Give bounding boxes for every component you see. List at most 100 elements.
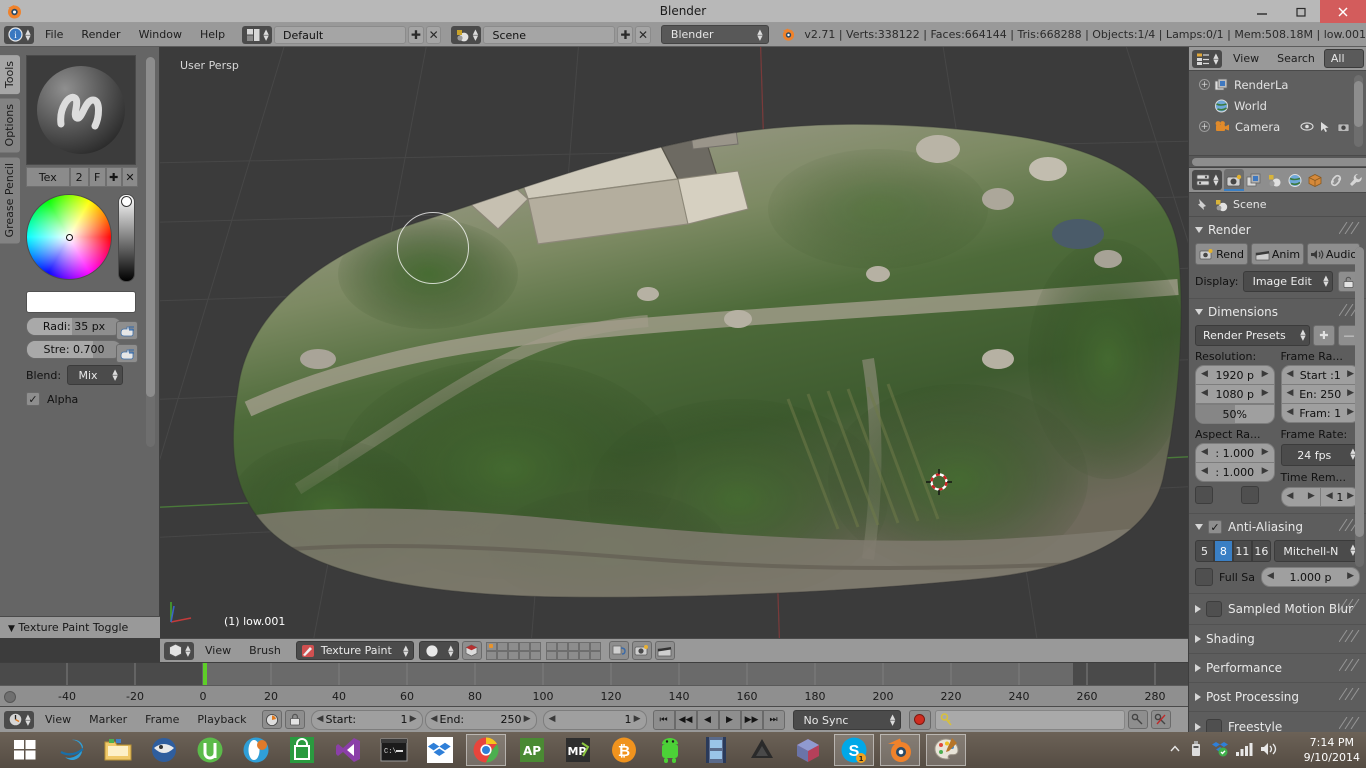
volume-icon[interactable] — [1260, 741, 1278, 760]
increment-arrow-icon[interactable]: ▶ — [1262, 466, 1269, 476]
decrement-arrow-icon[interactable]: ◀ — [1287, 369, 1294, 379]
outliner-horizontal-scrollbar[interactable] — [1189, 155, 1366, 167]
layer-cell[interactable] — [529, 650, 541, 660]
decrement-arrow-icon[interactable]: ◀ — [1287, 388, 1294, 398]
aa-samples-5[interactable]: 5 — [1195, 540, 1214, 562]
decrement-arrow-icon[interactable]: ◀ — [431, 714, 438, 724]
expand-icon[interactable]: + — [1199, 79, 1210, 90]
full-sample-toggle[interactable] — [1195, 568, 1213, 586]
layer-cell[interactable] — [485, 641, 497, 651]
network-signal-icon[interactable] — [1235, 741, 1253, 760]
frame-rate-dropdown[interactable]: 24 fps ▲ ▼ — [1280, 444, 1360, 466]
increment-arrow-icon[interactable]: ▶ — [1262, 447, 1269, 457]
shading-panel[interactable]: Shading — [1189, 625, 1366, 654]
editor-type-selector-timeline[interactable]: ▲ ▼ — [4, 710, 34, 729]
maximize-button[interactable] — [1281, 0, 1320, 23]
properties-tab-object[interactable] — [1305, 169, 1325, 191]
timeline-scroll-knob[interactable] — [4, 691, 16, 703]
timeline-menu-frame[interactable]: Frame — [136, 711, 188, 729]
properties-tab-world[interactable] — [1285, 169, 1305, 191]
jump-to-end-button[interactable]: ⏭ — [762, 709, 785, 730]
menu-window[interactable]: Window — [130, 26, 191, 44]
decrement-arrow-icon[interactable]: ◀ — [1201, 369, 1208, 379]
add-screen-button[interactable]: ✚ — [408, 25, 424, 44]
time-remap-new-field[interactable]: ◀ 1 ▶ — [1319, 487, 1360, 507]
frame-step-field[interactable]: ◀ Fram: 1 ▶ — [1280, 403, 1360, 423]
antialiasing-checkbox[interactable]: ✓ — [1208, 520, 1222, 534]
decrement-arrow-icon[interactable]: ◀ — [1201, 388, 1208, 398]
taskbar-item-video-editor[interactable] — [696, 734, 736, 766]
dropbox-tray-icon[interactable] — [1211, 740, 1228, 760]
delete-scene-button[interactable]: ✕ — [635, 25, 651, 44]
render-animation-button[interactable] — [654, 641, 675, 660]
scene-icon-box[interactable]: ▲ ▼ — [451, 25, 482, 44]
render-panel-header[interactable]: Render — [1195, 223, 1360, 237]
insert-keyframe-button[interactable] — [1127, 710, 1148, 729]
jump-to-start-button[interactable]: ⏮ — [652, 709, 675, 730]
layer-cell[interactable] — [589, 650, 601, 660]
layer-cell[interactable] — [567, 641, 579, 651]
timeline-playhead[interactable] — [203, 663, 207, 685]
auto-keyframe-button[interactable] — [261, 710, 282, 729]
render-audio-button[interactable]: Audio — [1307, 243, 1360, 265]
taskbar-item-unity[interactable] — [742, 734, 782, 766]
motion-blur-toggle[interactable] — [1206, 601, 1222, 617]
alpha-checkbox[interactable]: ✓ — [26, 392, 40, 406]
outliner-item-world[interactable]: World — [1189, 95, 1366, 116]
interaction-mode-dropdown[interactable]: Texture Paint ▲ ▼ — [295, 641, 414, 660]
outliner-menu-search[interactable]: Search — [1268, 50, 1324, 68]
taskbar-item-utorrent[interactable] — [190, 734, 230, 766]
render-presets-dropdown[interactable]: Render Presets ▲ ▼ — [1195, 325, 1310, 346]
color-wheel-cursor[interactable] — [66, 234, 73, 241]
tab-grease-pencil[interactable]: Grease Pencil — [0, 156, 20, 244]
strength-pressure-toggle[interactable] — [116, 344, 138, 363]
taskbar-item-file-explorer[interactable] — [98, 734, 138, 766]
timeline-menu-playback[interactable]: Playback — [188, 711, 255, 729]
layer-cell[interactable] — [496, 641, 508, 651]
properties-tab-renderlayers[interactable] — [1244, 169, 1264, 191]
decrement-arrow-icon[interactable]: ◀ — [1201, 447, 1208, 457]
taskbar-item-mp-app[interactable]: MP — [558, 734, 598, 766]
active-color-swatch[interactable] — [26, 291, 136, 313]
menu-render[interactable]: Render — [72, 26, 129, 44]
menu-help[interactable]: Help — [191, 26, 234, 44]
outliner-item-renderlayers[interactable]: + RenderLa — [1189, 74, 1366, 95]
sync-mode-dropdown[interactable]: No Sync ▲ ▼ — [792, 709, 901, 730]
frame-end-field[interactable]: ◀ En: 250 ▶ — [1280, 384, 1360, 404]
auto-keying-button[interactable] — [908, 709, 931, 730]
outliner-vertical-scrollbar[interactable] — [1354, 75, 1363, 147]
outliner-item-camera[interactable]: + Camera — [1189, 116, 1366, 137]
shading-header[interactable]: Shading — [1195, 627, 1360, 651]
delete-screen-button[interactable]: ✕ — [425, 25, 442, 44]
resolution-y-field[interactable]: ◀ 1080 p ▶ — [1195, 384, 1275, 404]
layer-cell[interactable] — [518, 650, 530, 660]
aspect-x-field[interactable]: ◀ : 1.000 ▶ — [1195, 443, 1275, 463]
layer-cell[interactable] — [545, 641, 557, 651]
decrement-arrow-icon[interactable]: ◀ — [1287, 491, 1294, 501]
render-image-button[interactable] — [631, 641, 652, 660]
brush-strength-slider[interactable]: Stre: 0.700 — [26, 340, 122, 359]
editor-type-selector-info[interactable]: i ▲ ▼ — [4, 25, 34, 44]
sampled-motion-blur-header[interactable]: Sampled Motion Blur — [1195, 596, 1360, 622]
viewport-shading-dropdown[interactable]: ▲ ▼ — [418, 641, 459, 660]
crop-toggle[interactable] — [1241, 486, 1259, 504]
play-reverse-button[interactable]: ◀ — [696, 709, 719, 730]
increment-arrow-icon[interactable]: ▶ — [410, 714, 417, 724]
brush-name-field[interactable]: Tex — [26, 167, 70, 187]
expand-icon[interactable]: + — [1199, 121, 1210, 132]
scene-name-field[interactable]: Scene — [483, 25, 616, 44]
resolution-x-field[interactable]: ◀ 1920 p ▶ — [1195, 365, 1275, 385]
value-slider-knob[interactable] — [121, 196, 132, 207]
timeline-menu-view[interactable]: View — [36, 711, 80, 729]
aa-filter-dropdown[interactable]: Mitchell-N ▲ ▼ — [1273, 540, 1360, 562]
visibility-eye-icon[interactable] — [1300, 121, 1314, 132]
add-scene-button[interactable]: ✚ — [617, 25, 634, 44]
scene-layers[interactable] — [485, 641, 606, 660]
proportional-edit-button[interactable] — [608, 641, 629, 660]
play-button[interactable]: ▶ — [718, 709, 741, 730]
decrement-arrow-icon[interactable]: ◀ — [1267, 571, 1274, 581]
timeline-menu-marker[interactable]: Marker — [80, 711, 136, 729]
taskbar-item-dropbox[interactable] — [420, 734, 460, 766]
current-frame-field[interactable]: ◀ 1 ▶ — [542, 709, 647, 730]
border-toggle[interactable] — [1195, 486, 1213, 504]
